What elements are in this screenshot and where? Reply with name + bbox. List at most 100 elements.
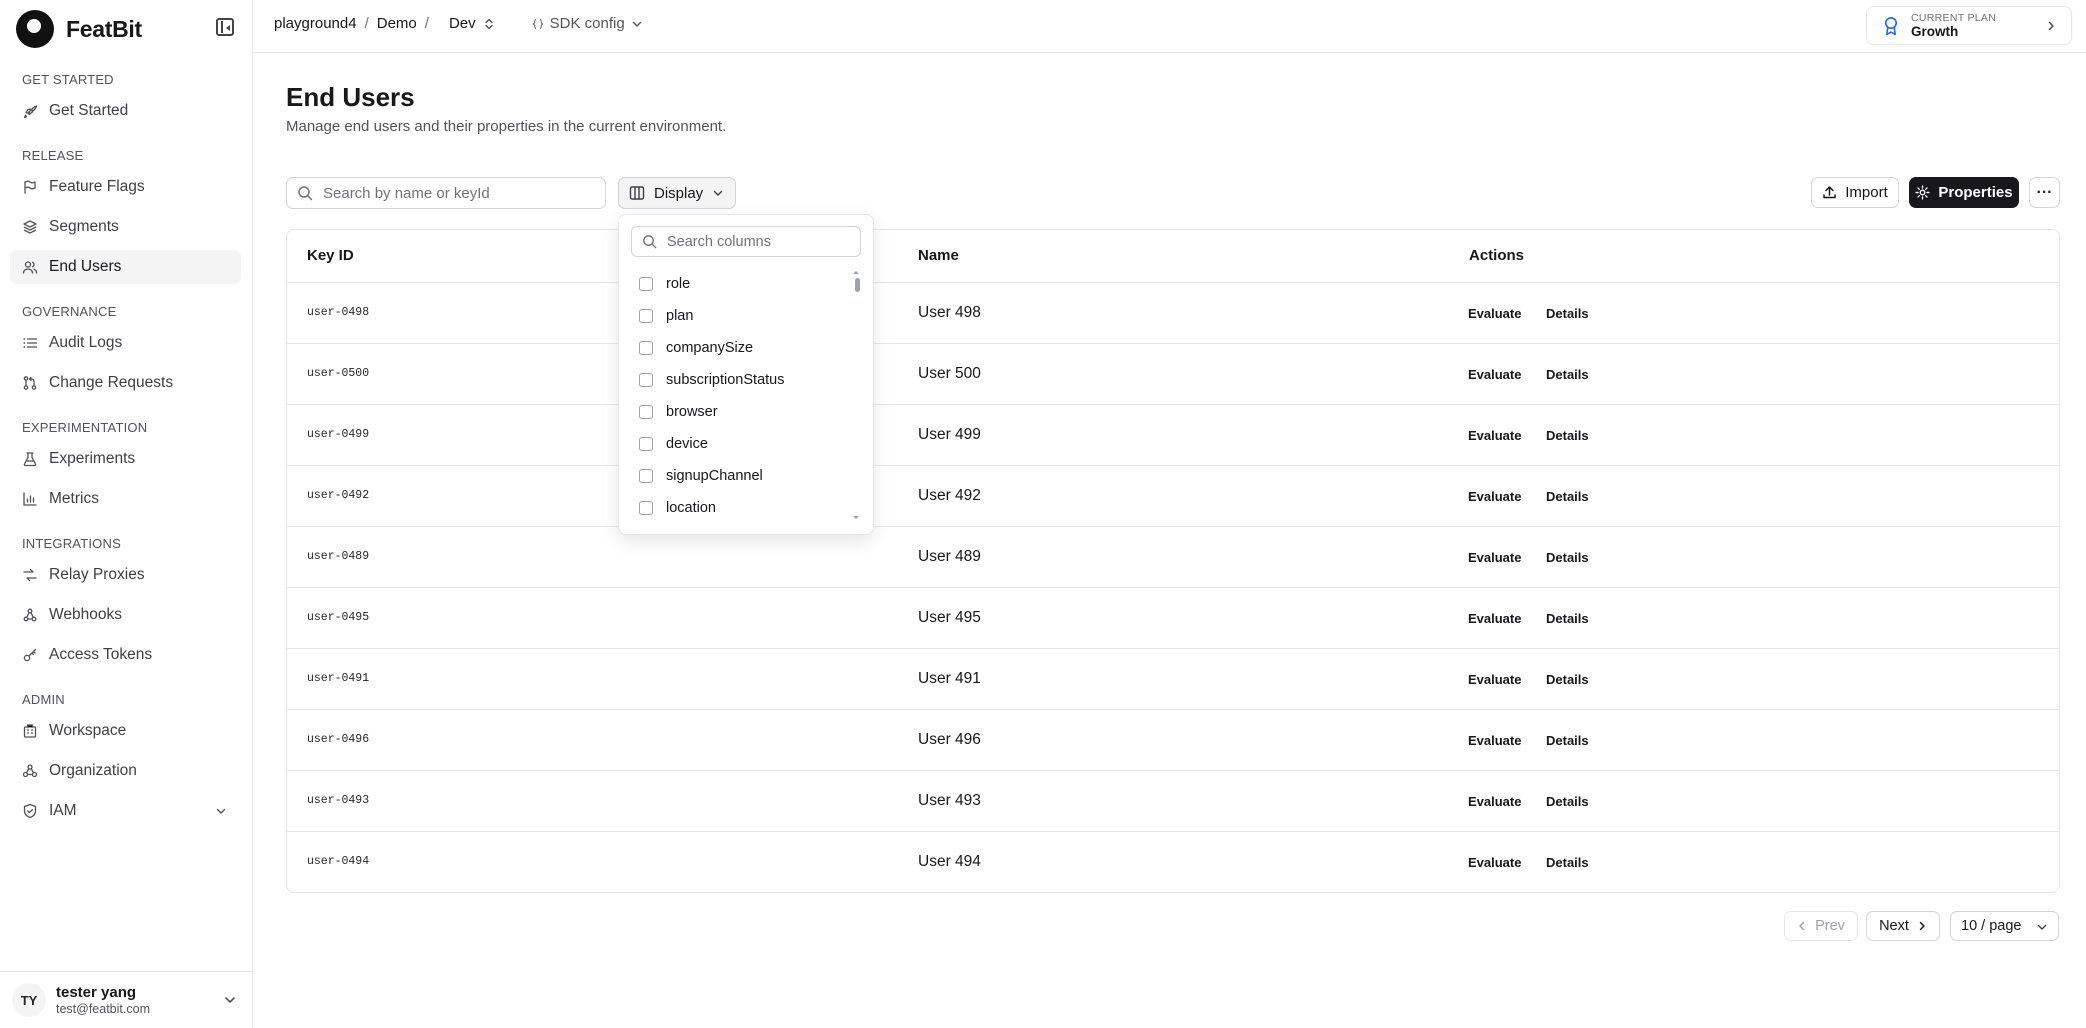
column-option[interactable]: browser (639, 396, 849, 428)
page-size-select[interactable]: 10 / page (1950, 911, 2059, 941)
import-label: Import (1845, 184, 1888, 201)
sidebar-item-relay-proxies[interactable]: Relay Proxies (10, 558, 241, 592)
evaluate-button[interactable]: Evaluate (1459, 725, 1530, 755)
details-button[interactable]: Details (1537, 603, 1598, 633)
relay-icon (22, 567, 38, 583)
cell-name: User 498 (918, 304, 981, 321)
sidebar-item-workspace[interactable]: Workspace (10, 714, 241, 748)
evaluate-button[interactable]: Evaluate (1459, 847, 1530, 877)
cell-key-id: user-0491 (307, 672, 370, 685)
details-button[interactable]: Details (1537, 786, 1598, 816)
evaluate-button[interactable]: Evaluate (1459, 786, 1530, 816)
sidebar-item-segments[interactable]: Segments (10, 210, 241, 244)
evaluate-button[interactable]: Evaluate (1459, 542, 1530, 572)
column-option-label: plan (666, 308, 694, 324)
column-checkbox[interactable] (639, 309, 653, 323)
column-search-input[interactable] (667, 233, 847, 250)
user-menu[interactable]: TY tester yang test@featbit.com (0, 971, 252, 1028)
details-button[interactable]: Details (1537, 420, 1598, 450)
layers-icon (22, 219, 38, 235)
git-pull-request-icon (22, 375, 38, 391)
upload-icon (1823, 186, 1836, 199)
more-options-button[interactable]: ··· (2029, 177, 2060, 208)
column-option[interactable]: plan (639, 300, 849, 332)
evaluate-button[interactable]: Evaluate (1459, 664, 1530, 694)
sidebar-item-get-started[interactable]: Get Started (10, 94, 241, 128)
details-button[interactable]: Details (1537, 298, 1598, 328)
sidebar-item-access-tokens[interactable]: Access Tokens (10, 638, 241, 672)
end-users-table: Key ID Name Actions user-0498 User 498 Eva… (286, 229, 2060, 893)
column-option[interactable]: subscriptionStatus (639, 364, 849, 396)
sidebar-item-feature-flags[interactable]: Feature Flags (10, 170, 241, 204)
import-button[interactable]: Import (1811, 177, 1899, 208)
sidebar-item-webhooks[interactable]: Webhooks (10, 598, 241, 632)
prev-page-button[interactable]: Prev (1784, 911, 1858, 941)
sidebar-collapse-icon[interactable] (216, 18, 234, 36)
cell-key-id: user-0500 (307, 367, 370, 380)
plan-caption: CURRENT PLAN (1911, 12, 1997, 24)
more-icon: ··· (2036, 183, 2053, 201)
users-icon (22, 259, 38, 275)
column-option-label: device (666, 436, 708, 452)
column-option[interactable]: companySize (639, 332, 849, 364)
nav-section-title: GOVERNANCE (22, 304, 117, 319)
chevron-down-icon (632, 21, 641, 27)
column-checkbox[interactable] (639, 405, 653, 419)
search-input[interactable] (323, 184, 583, 202)
scroll-up-arrow-icon[interactable] (853, 271, 859, 274)
column-checkbox[interactable] (639, 277, 653, 291)
sidebar-item-label: Relay Proxies (49, 566, 145, 583)
table-row: user-0494 User 494 Evaluate Details (287, 832, 2059, 892)
details-button[interactable]: Details (1537, 664, 1598, 694)
award-icon (1885, 16, 1897, 35)
sidebar-item-end-users[interactable]: End Users (10, 250, 241, 284)
details-button[interactable]: Details (1537, 847, 1598, 877)
flag-icon (22, 179, 38, 195)
breadcrumb-project[interactable]: playground4 (274, 15, 357, 32)
column-option[interactable]: location (639, 492, 849, 524)
details-button[interactable]: Details (1537, 481, 1598, 511)
details-button[interactable]: Details (1537, 725, 1598, 755)
column-checkbox[interactable] (639, 341, 653, 355)
display-columns-button[interactable]: Display (618, 177, 736, 209)
cell-name: User 499 (918, 426, 981, 443)
sidebar-item-label: Webhooks (49, 606, 122, 623)
evaluate-button[interactable]: Evaluate (1459, 481, 1530, 511)
column-option[interactable]: device (639, 428, 849, 460)
next-page-button[interactable]: Next (1866, 911, 1940, 941)
column-checkbox[interactable] (639, 469, 653, 483)
column-option[interactable]: signupChannel (639, 460, 849, 492)
column-search[interactable] (631, 226, 861, 257)
brand[interactable]: FeatBit (16, 10, 142, 48)
details-button[interactable]: Details (1537, 542, 1598, 572)
sidebar-item-organization[interactable]: Organization (10, 754, 241, 788)
column-list-scrollbar[interactable] (855, 278, 860, 292)
properties-button[interactable]: Properties (1909, 177, 2019, 208)
environment-selector[interactable]: Dev (449, 15, 494, 32)
details-button[interactable]: Details (1537, 359, 1598, 389)
sidebar-item-iam[interactable]: IAM (10, 794, 241, 828)
scroll-down-arrow-icon[interactable] (853, 516, 859, 519)
column-option[interactable]: role (639, 268, 849, 300)
column-checkbox[interactable] (639, 373, 653, 387)
column-checkbox[interactable] (639, 437, 653, 451)
end-user-search[interactable] (286, 177, 606, 209)
sidebar-item-label: Get Started (49, 102, 129, 119)
cell-key-id: user-0498 (307, 306, 370, 319)
sidebar-item-audit-logs[interactable]: Audit Logs (10, 326, 241, 360)
evaluate-button[interactable]: Evaluate (1459, 298, 1530, 328)
breadcrumb-org[interactable]: Demo (377, 15, 417, 32)
sidebar-item-metrics[interactable]: Metrics (10, 482, 241, 516)
column-option-label: location (666, 500, 716, 516)
column-checkbox[interactable] (639, 501, 653, 515)
sidebar-item-change-requests[interactable]: Change Requests (10, 366, 241, 400)
evaluate-button[interactable]: Evaluate (1459, 603, 1530, 633)
user-email: test@featbit.com (56, 1002, 150, 1016)
evaluate-button[interactable]: Evaluate (1459, 359, 1530, 389)
current-plan-card[interactable]: CURRENT PLAN Growth (1866, 6, 2072, 45)
evaluate-button[interactable]: Evaluate (1459, 420, 1530, 450)
chevron-down-icon[interactable] (224, 994, 236, 1006)
sdk-config-button[interactable]: SDK config (531, 15, 643, 32)
sidebar-item-experiments[interactable]: Experiments (10, 442, 241, 476)
braces-icon (531, 18, 544, 29)
